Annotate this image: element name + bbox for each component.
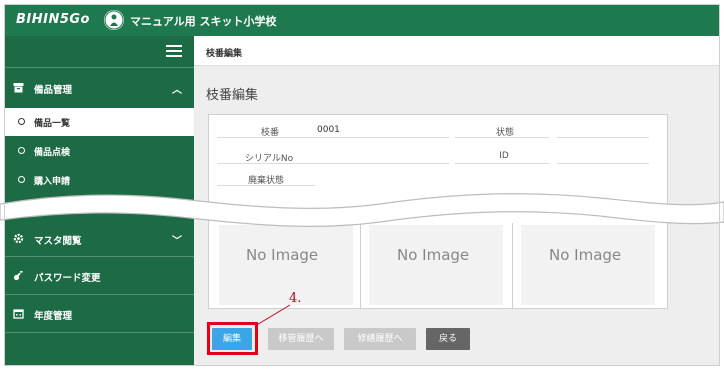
id-label: ID xyxy=(499,151,509,161)
field-underline xyxy=(455,163,549,164)
field-underline xyxy=(315,137,449,138)
torn-edge-divider xyxy=(0,193,724,227)
school-name: マニュアル用 スキット小学校 xyxy=(130,15,277,28)
circle-bullet-icon xyxy=(18,118,25,125)
sidebar-item-label: 年度管理 xyxy=(34,311,73,322)
page-title: 枝番編集 xyxy=(206,88,259,103)
sidebar-subitem-equipment-list[interactable]: 備品一覧 xyxy=(4,108,194,136)
no-image-text: No Image xyxy=(246,246,319,264)
no-image-text: No Image xyxy=(397,246,470,264)
no-image-text: No Image xyxy=(549,246,622,264)
field-underline xyxy=(217,137,315,138)
step-highlight-box xyxy=(207,322,258,355)
step-number: 4. xyxy=(289,291,302,306)
callout-arrow xyxy=(254,304,291,327)
box-icon xyxy=(13,82,24,93)
chevron-up-icon[interactable]: ︿ xyxy=(172,81,182,96)
sidebar-divider xyxy=(4,294,194,295)
menu-toggle-icon[interactable] xyxy=(166,45,182,57)
field-underline xyxy=(455,137,549,138)
sidebar-subitem-inspection[interactable]: 備品点検 xyxy=(4,137,194,165)
back-button[interactable]: 戻る xyxy=(426,328,470,350)
key-icon xyxy=(13,270,24,281)
breadcrumb-bar: 枝番編集 xyxy=(194,36,720,66)
field-underline xyxy=(217,163,315,164)
sidebar-item-label: パスワード変更 xyxy=(34,273,101,284)
top-bar: BIHIN5Go マニュアル用 スキット小学校 xyxy=(4,4,720,36)
branch-value: 0001 xyxy=(317,125,340,135)
calendar-icon xyxy=(13,308,24,319)
field-underline xyxy=(557,137,649,138)
sidebar-divider xyxy=(4,67,194,68)
sidebar-subitem-label: 備品一覧 xyxy=(34,119,71,129)
transfer-history-button[interactable]: 移管履歴へ xyxy=(268,328,334,350)
sidebar-subitem-label: 備品点検 xyxy=(34,148,71,158)
repair-history-button[interactable]: 修繕履歴へ xyxy=(344,328,416,350)
sidebar-item-label: 備品管理 xyxy=(34,85,73,96)
sidebar-divider xyxy=(4,332,194,333)
brand-logo[interactable]: BIHIN5Go xyxy=(16,12,90,27)
circle-bullet-icon xyxy=(18,147,25,154)
school-logo-icon xyxy=(104,10,124,30)
field-underline xyxy=(315,163,449,164)
field-underline xyxy=(557,163,649,164)
breadcrumb: 枝番編集 xyxy=(206,49,243,59)
sidebar-divider xyxy=(4,256,194,257)
